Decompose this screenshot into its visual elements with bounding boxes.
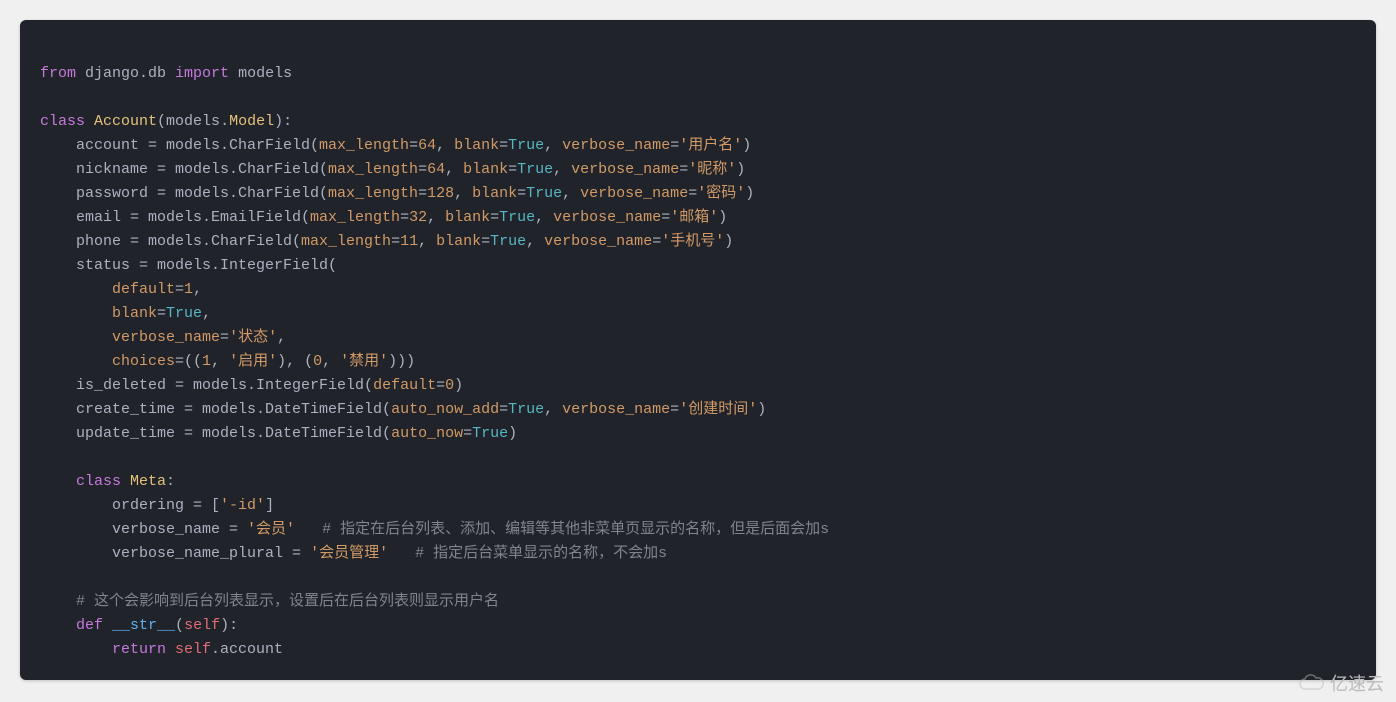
line-13: choices=((1, '启用'), (0, '禁用'))): [40, 353, 415, 370]
line-3: class Account(models.Model):: [40, 113, 292, 130]
line-14: is_deleted = models.IntegerField(default…: [40, 377, 463, 394]
line-11: blank=True,: [40, 305, 211, 322]
line-7: email = models.EmailField(max_length=32,…: [40, 209, 727, 226]
line-4: account = models.CharField(max_length=64…: [40, 137, 751, 154]
line-12: verbose_name='状态',: [40, 329, 286, 346]
line-16: update_time = models.DateTimeField(auto_…: [40, 425, 517, 442]
line-9: status = models.IntegerField(: [40, 257, 337, 274]
line-21: verbose_name_plural = '会员管理' # 指定后台菜单显示的…: [40, 545, 667, 562]
line-25: return self.account: [40, 641, 283, 658]
watermark-text: 亿速云: [1330, 670, 1384, 696]
line-23: # 这个会影响到后台列表显示，设置后在后台列表则显示用户名: [40, 593, 499, 610]
watermark: 亿速云: [1298, 670, 1384, 696]
line-6: password = models.CharField(max_length=1…: [40, 185, 754, 202]
line-24: def __str__(self):: [40, 617, 238, 634]
line-18: class Meta:: [40, 473, 175, 490]
line-10: default=1,: [40, 281, 202, 298]
line-15: create_time = models.DateTimeField(auto_…: [40, 401, 766, 418]
line-20: verbose_name = '会员' # 指定在后台列表、添加、编辑等其他非菜…: [40, 521, 829, 538]
code-block: from django.db import models class Accou…: [20, 20, 1376, 680]
cloud-icon: [1298, 674, 1326, 692]
line-5: nickname = models.CharField(max_length=6…: [40, 161, 745, 178]
line-19: ordering = ['-id']: [40, 497, 274, 514]
line-8: phone = models.CharField(max_length=11, …: [40, 233, 733, 250]
line-1: from django.db import models: [40, 65, 292, 82]
